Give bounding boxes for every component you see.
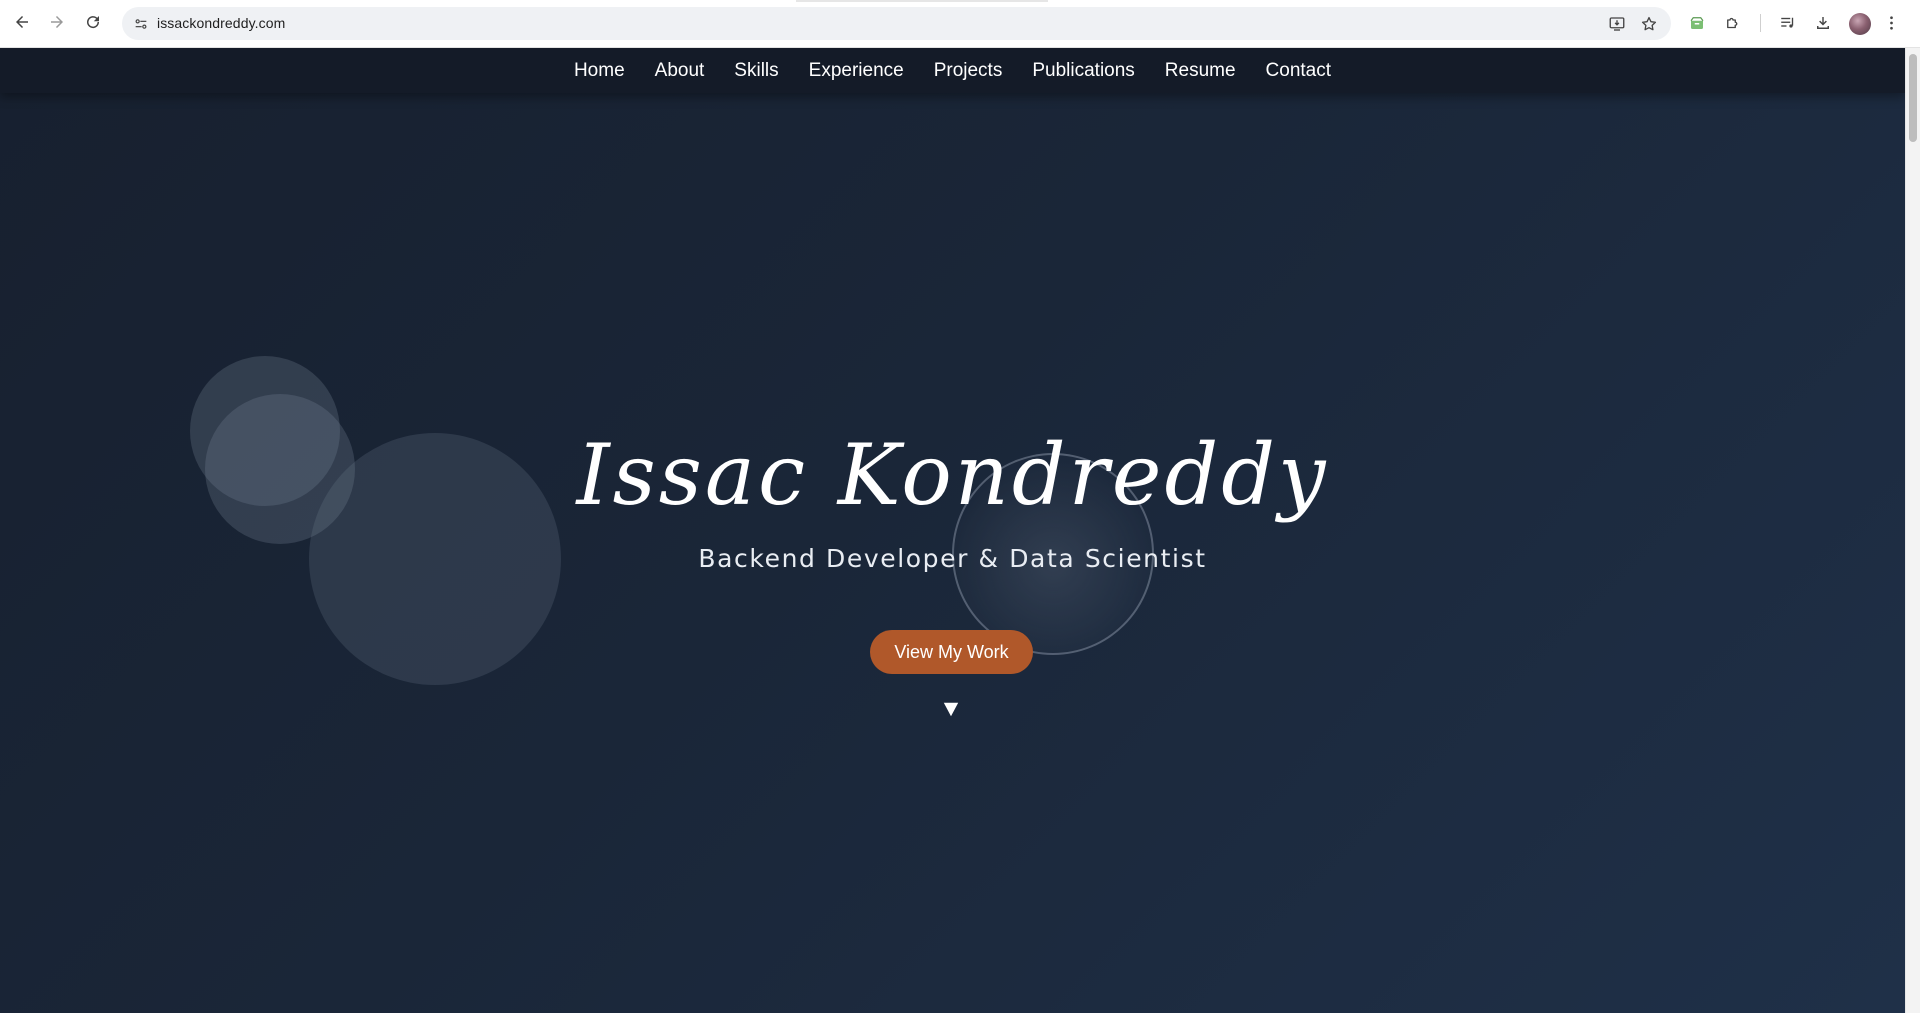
hero-subtitle: Backend Developer & Data Scientist	[698, 544, 1207, 573]
page-viewport: Home About Skills Experience Projects Pu…	[0, 48, 1905, 1013]
nav-home[interactable]: Home	[574, 60, 625, 82]
download-icon[interactable]	[1812, 12, 1834, 34]
forward-arrow-icon[interactable]	[45, 10, 69, 34]
nav-contact[interactable]: Contact	[1266, 60, 1331, 82]
star-icon[interactable]	[1638, 13, 1660, 35]
nav-resume[interactable]: Resume	[1165, 60, 1236, 82]
kebab-menu-icon[interactable]	[1884, 12, 1898, 34]
address-bar[interactable]: issackondreddy.com	[122, 7, 1671, 40]
nav-about[interactable]: About	[655, 60, 705, 82]
active-tab-indicator	[796, 0, 1048, 2]
nav-publications[interactable]: Publications	[1032, 60, 1134, 82]
scrollbar-thumb[interactable]	[1909, 54, 1917, 142]
url-text[interactable]: issackondreddy.com	[157, 15, 285, 31]
puzzle-icon[interactable]	[1722, 12, 1744, 34]
site-navbar: Home About Skills Experience Projects Pu…	[0, 48, 1905, 93]
page-scrollbar[interactable]	[1905, 48, 1920, 1013]
extension-icon[interactable]	[1686, 12, 1708, 34]
toolbar-divider	[1760, 14, 1761, 32]
back-arrow-icon[interactable]	[10, 10, 34, 34]
scroll-down-icon[interactable]	[941, 699, 961, 719]
view-my-work-button[interactable]: View My Work	[870, 630, 1033, 674]
install-app-icon[interactable]	[1606, 13, 1628, 35]
reload-icon[interactable]	[81, 10, 105, 34]
hero-name: Issac Kondreddy	[576, 426, 1329, 524]
browser-toolbar: issackondreddy.com	[0, 0, 1920, 48]
media-queue-icon[interactable]	[1777, 12, 1799, 34]
nav-skills[interactable]: Skills	[734, 60, 778, 82]
nav-experience[interactable]: Experience	[809, 60, 904, 82]
nav-projects[interactable]: Projects	[934, 60, 1003, 82]
avatar[interactable]	[1849, 13, 1871, 35]
site-settings-icon[interactable]	[130, 13, 151, 34]
